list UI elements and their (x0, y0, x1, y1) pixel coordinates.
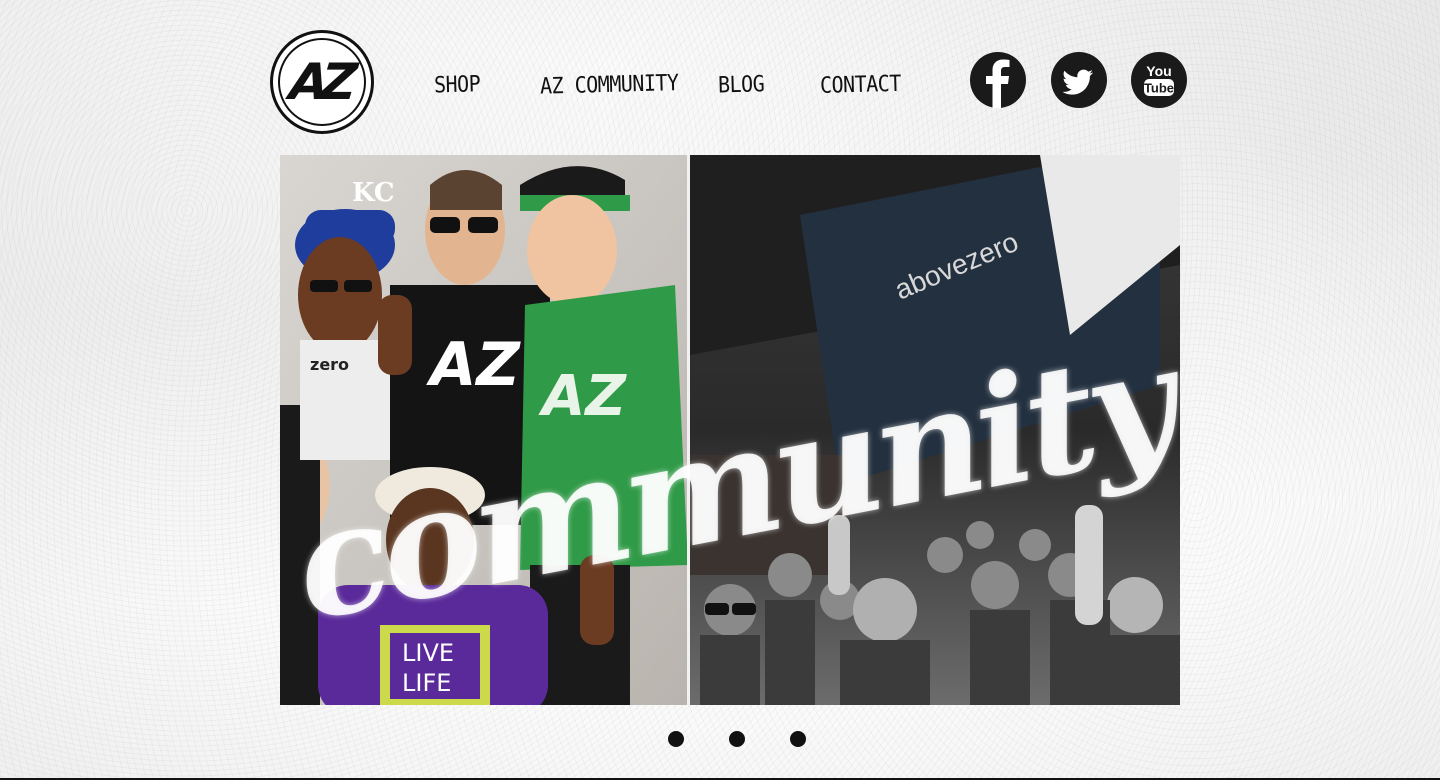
slider-dot-3[interactable] (790, 731, 806, 747)
youtube-label-top: You (1146, 63, 1171, 79)
twitter-glyph (1062, 69, 1093, 95)
slider-dot-1[interactable] (668, 731, 684, 747)
twitter-icon[interactable] (1051, 52, 1107, 108)
life-shirt-text: LIFE (402, 669, 451, 697)
az-logo[interactable]: AZ (270, 30, 374, 134)
nav-contact[interactable]: CONTACT (820, 70, 901, 99)
facebook-icon[interactable] (970, 52, 1026, 108)
logo-ring: AZ (278, 38, 366, 126)
az-shirt-print-left: AZ (426, 330, 521, 400)
youtube-label-bottom: Tube (1144, 81, 1174, 96)
facebook-glyph (986, 59, 1010, 108)
nav-shop[interactable]: SHOP (434, 70, 481, 98)
az-shirt-print-right: AZ (538, 364, 627, 429)
youtube-icon[interactable]: You Tube (1131, 52, 1187, 108)
live-shirt-text: LIVE (402, 639, 454, 667)
hero-slideshow[interactable]: KC zero AZ AZ LIVE LIFE abovezero commun… (280, 155, 1180, 705)
photo-divider (687, 155, 690, 705)
hero-image: KC zero AZ AZ LIVE LIFE abovezero (280, 155, 1180, 705)
nav-az-community[interactable]: AZ COMMUNITY (540, 69, 679, 99)
zero-shirt-text: zero (310, 355, 349, 374)
group-photo-left: KC zero AZ AZ LIVE LIFE (280, 155, 688, 705)
kc-cap-text: KC (352, 178, 395, 208)
party-photo-right: abovezero (690, 155, 1180, 705)
slider-dot-2[interactable] (729, 731, 745, 747)
youtube-glyph: You Tube (1144, 63, 1174, 96)
nav-blog[interactable]: BLOG (718, 70, 765, 98)
logo-text: AZ (286, 53, 352, 111)
